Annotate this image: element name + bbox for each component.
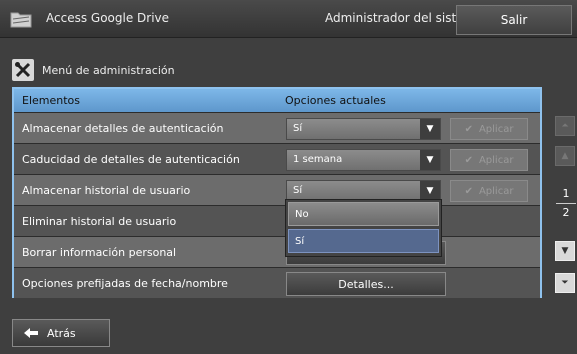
auth-expiry-select[interactable]: 1 semana ▼ — [286, 149, 441, 171]
table-row: Opciones prefijadas de fecha/nombre Deta… — [14, 267, 540, 298]
select-value: Sí — [293, 185, 303, 196]
tools-icon — [12, 59, 34, 81]
table-row: Almacenar detalles de autenticación Sí ▼… — [14, 112, 540, 143]
page-total: 2 — [562, 206, 570, 219]
back-label: Atrás — [47, 326, 76, 340]
check-icon: ✔ — [464, 123, 473, 135]
check-icon: ✔ — [464, 154, 473, 166]
section-header: Menú de administración — [12, 58, 175, 82]
row-label: Caducidad de detalles de autenticación — [22, 153, 240, 166]
folder-icon — [10, 12, 32, 28]
row-label: Borrar información personal — [22, 246, 177, 259]
table-row: Borrar información personal Borrar — [14, 236, 540, 267]
dropdown-menu: No Sí — [285, 199, 442, 257]
scroll-down-button[interactable]: ▼ — [555, 241, 575, 261]
table-header: Elementos Opciones actuales — [14, 89, 540, 112]
scroll-up-button[interactable]: ▲ — [555, 146, 575, 166]
double-arrow-down-icon: ⏷ — [561, 278, 569, 288]
auth-store-select[interactable]: Sí ▼ — [286, 118, 441, 140]
logout-button[interactable]: Salir — [456, 5, 572, 35]
column-header-options: Opciones actuales — [285, 94, 386, 107]
chevron-down-icon[interactable]: ▼ — [420, 119, 440, 139]
details-button[interactable]: Detalles... — [286, 272, 446, 296]
apply-label: Aplicar — [478, 185, 514, 197]
check-icon: ✔ — [464, 185, 473, 197]
select-value: 1 semana — [293, 154, 343, 165]
page-current: 1 — [562, 187, 570, 200]
top-bar: Access Google Drive Administrador del si… — [0, 0, 577, 38]
dropdown-option-no[interactable]: No — [288, 202, 439, 226]
row-label: Opciones prefijadas de fecha/nombre — [22, 277, 228, 290]
dropdown-option-si[interactable]: Sí — [288, 229, 439, 253]
row-label: Eliminar historial de usuario — [22, 215, 177, 228]
arrow-down-icon: ▼ — [561, 246, 569, 256]
apply-button[interactable]: ✔ Aplicar — [450, 180, 528, 202]
app-title: Access Google Drive — [46, 11, 170, 25]
arrow-up-icon: ▲ — [561, 151, 569, 161]
row-label: Almacenar detalles de autenticación — [22, 122, 224, 135]
scroll-bottom-button[interactable]: ⏷ — [555, 273, 575, 293]
chevron-down-icon[interactable]: ▼ — [420, 181, 440, 201]
table-row: Caducidad de detalles de autenticación 1… — [14, 143, 540, 174]
page-divider — [556, 203, 576, 204]
double-arrow-up-icon: ⏶ — [561, 121, 569, 131]
apply-label: Aplicar — [478, 123, 514, 135]
settings-table: Elementos Opciones actuales Almacenar de… — [12, 87, 542, 298]
arrow-left-icon — [24, 328, 38, 338]
chevron-down-icon[interactable]: ▼ — [420, 150, 440, 170]
table-row: Almacenar historial de usuario Sí ▼ ✔ Ap… — [14, 174, 540, 205]
select-value: Sí — [293, 123, 303, 134]
table-row: Eliminar historial de usuario — [14, 205, 540, 236]
apply-label: Aplicar — [478, 154, 514, 166]
back-button[interactable]: Atrás — [12, 319, 110, 347]
apply-button[interactable]: ✔ Aplicar — [450, 149, 528, 171]
apply-button[interactable]: ✔ Aplicar — [450, 118, 528, 140]
row-label: Almacenar historial de usuario — [22, 184, 191, 197]
column-header-items: Elementos — [22, 94, 81, 107]
scroll-top-button[interactable]: ⏶ — [555, 116, 575, 136]
section-title: Menú de administración — [42, 63, 175, 77]
